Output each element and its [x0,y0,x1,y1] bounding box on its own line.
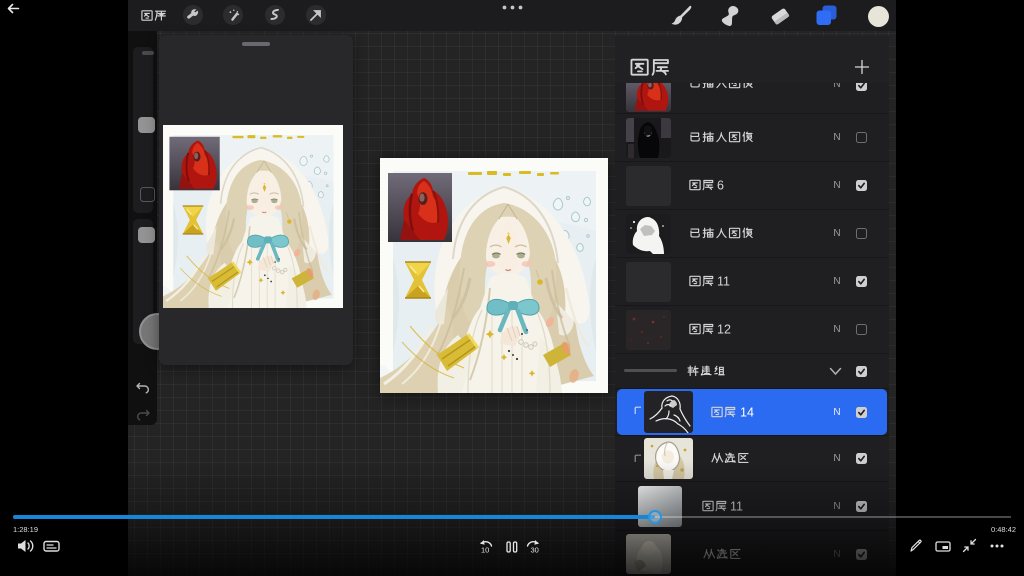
svg-text:12: 12 [717,322,731,336]
svg-text:6: 6 [717,178,724,192]
svg-text:11: 11 [717,274,730,288]
svg-text:14: 14 [740,405,754,419]
svg-text:10: 10 [481,546,489,554]
svg-text:30: 30 [531,546,539,554]
